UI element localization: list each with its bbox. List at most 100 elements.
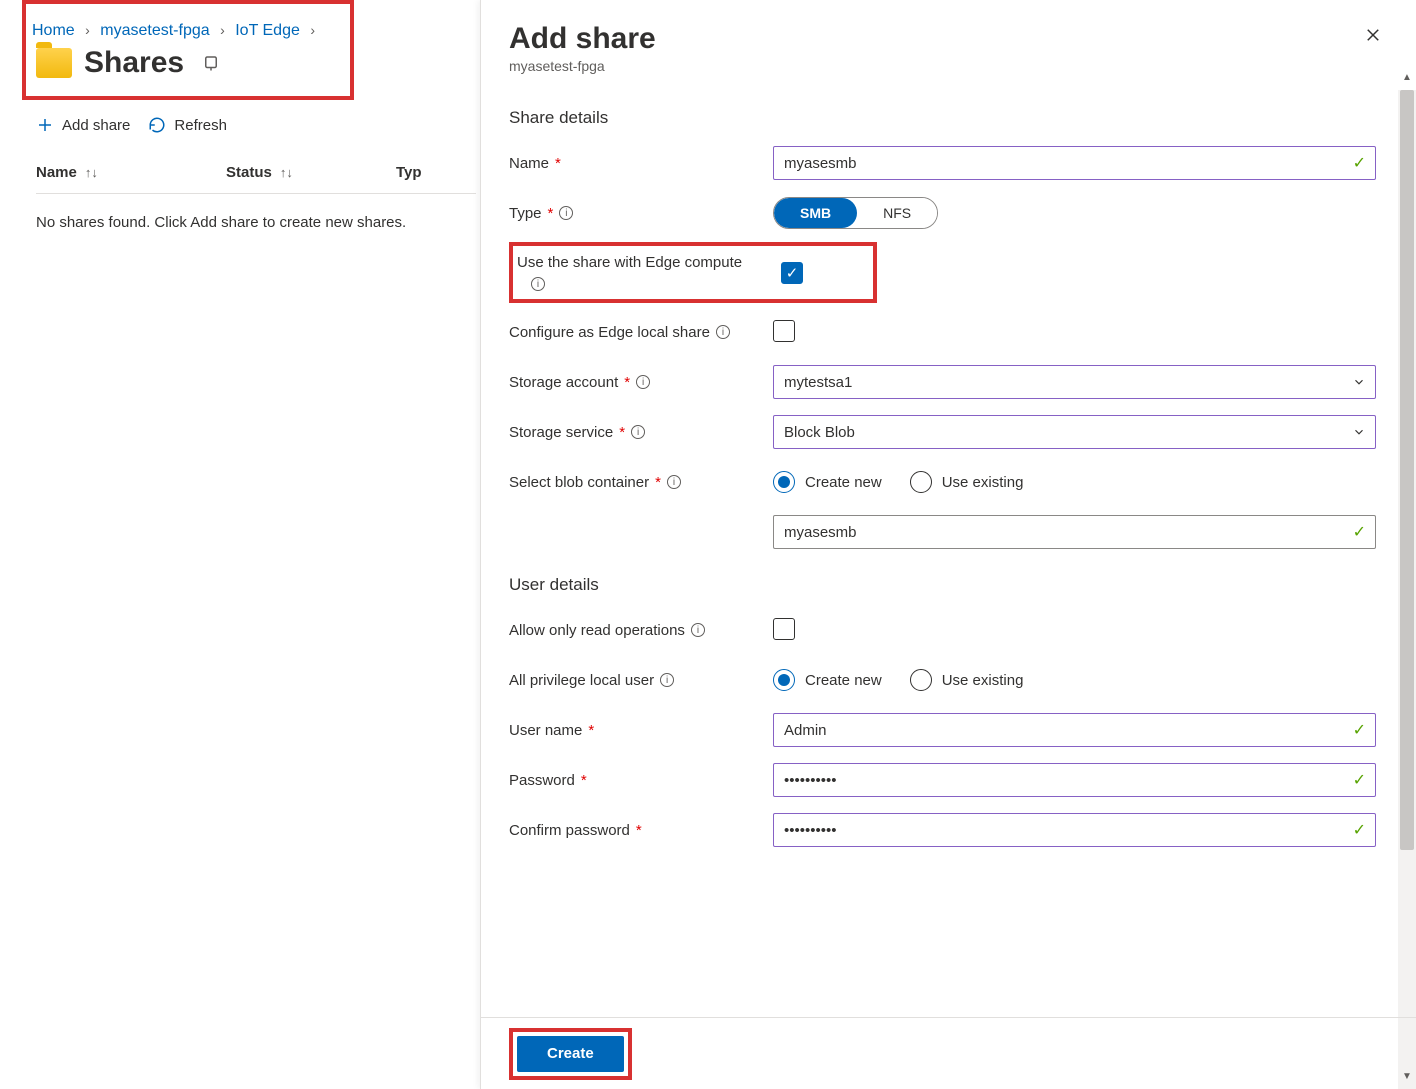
label-user-name: User name <box>509 722 582 739</box>
empty-state-message: No shares found. Click Add share to crea… <box>36 214 480 231</box>
chevron-right-icon: › <box>220 22 225 38</box>
check-icon: ✓ <box>1353 770 1366 790</box>
storage-account-value: mytestsa1 <box>773 365 1376 399</box>
label-priv-user: All privilege local user <box>509 672 654 689</box>
row-container-name: ✓ <box>509 507 1376 557</box>
password-input[interactable] <box>773 763 1376 797</box>
label-confirm-password: Confirm password <box>509 822 630 839</box>
info-icon[interactable]: i <box>531 277 545 291</box>
breadcrumb: Home › myasetest-fpga › IoT Edge › <box>32 22 340 40</box>
row-blob-container: Select blob container * i Create new Use… <box>509 457 1376 507</box>
required-icon: * <box>655 474 661 491</box>
row-edge-local: Configure as Edge local share i <box>509 307 1376 357</box>
required-icon: * <box>581 772 587 789</box>
type-option-nfs[interactable]: NFS <box>857 198 937 228</box>
user-name-input[interactable] <box>773 713 1376 747</box>
check-icon: ✓ <box>1353 153 1366 173</box>
row-name: Name * ✓ <box>509 138 1376 188</box>
name-input[interactable] <box>773 146 1376 180</box>
info-icon[interactable]: i <box>559 206 573 220</box>
storage-service-value: Block Blob <box>773 415 1376 449</box>
label-blob-container: Select blob container <box>509 474 649 491</box>
blob-container-radio-group: Create new Use existing <box>773 471 1376 493</box>
label-edge-compute: Use the share with Edge compute <box>517 254 742 271</box>
breadcrumb-section[interactable]: IoT Edge <box>235 22 300 39</box>
allow-read-checkbox[interactable] <box>773 618 795 640</box>
required-icon: * <box>624 374 630 391</box>
blob-use-existing-radio[interactable]: Use existing <box>910 471 1024 493</box>
name-input-wrap: ✓ <box>773 146 1376 180</box>
info-icon[interactable]: i <box>636 375 650 389</box>
row-allow-read: Allow only read operations i <box>509 605 1376 655</box>
create-button[interactable]: Create <box>517 1036 624 1072</box>
create-button-highlight: Create <box>509 1028 632 1080</box>
confirm-password-input[interactable] <box>773 813 1376 847</box>
row-storage-service: Storage service * i Block Blob <box>509 407 1376 457</box>
label-type: Type <box>509 205 542 222</box>
info-icon[interactable]: i <box>631 425 645 439</box>
required-icon: * <box>588 722 594 739</box>
close-icon <box>1364 26 1382 44</box>
info-icon[interactable]: i <box>660 673 674 687</box>
chevron-right-icon: › <box>85 22 90 38</box>
toolbar: Add share Refresh <box>36 116 480 134</box>
column-status[interactable]: Status ↑↓ <box>226 164 396 181</box>
main-content: Home › myasetest-fpga › IoT Edge › Share… <box>0 0 480 1089</box>
plus-icon <box>36 116 54 134</box>
chevron-down-icon <box>1352 425 1366 439</box>
breadcrumb-home[interactable]: Home <box>32 22 75 39</box>
required-icon: * <box>636 822 642 839</box>
label-storage-account: Storage account <box>509 374 618 391</box>
edge-local-checkbox[interactable] <box>773 320 795 342</box>
label-name: Name <box>509 155 549 172</box>
row-user-name: User name * ✓ <box>509 705 1376 755</box>
row-type: Type * i SMB NFS <box>509 188 1376 238</box>
label-storage-service: Storage service <box>509 424 613 441</box>
close-button[interactable] <box>1364 26 1382 44</box>
user-use-existing-radio[interactable]: Use existing <box>910 669 1024 691</box>
scrollbar-thumb[interactable] <box>1400 90 1414 850</box>
section-user-details: User details <box>509 575 1376 595</box>
check-icon: ✓ <box>1353 820 1366 840</box>
row-confirm-password: Confirm password * ✓ <box>509 805 1376 855</box>
table-header: Name ↑↓ Status ↑↓ Typ <box>36 164 476 194</box>
info-icon[interactable]: i <box>667 475 681 489</box>
refresh-label: Refresh <box>174 117 227 134</box>
breadcrumb-and-title-highlight: Home › myasetest-fpga › IoT Edge › Share… <box>22 0 354 100</box>
blob-create-new-radio[interactable]: Create new <box>773 471 882 493</box>
container-name-input[interactable] <box>773 515 1376 549</box>
breadcrumb-resource[interactable]: myasetest-fpga <box>100 22 209 39</box>
required-icon: * <box>555 155 561 172</box>
section-share-details: Share details <box>509 108 1376 128</box>
priv-user-radio-group: Create new Use existing <box>773 669 1376 691</box>
label-allow-read: Allow only read operations <box>509 622 685 639</box>
type-option-smb[interactable]: SMB <box>774 198 857 228</box>
add-share-blade: Add share myasetest-fpga ▲ ▼ Share detai… <box>480 0 1416 1089</box>
pin-icon[interactable] <box>202 54 220 72</box>
blade-subtitle: myasetest-fpga <box>509 58 1388 74</box>
label-password: Password <box>509 772 575 789</box>
check-icon: ✓ <box>1353 522 1366 542</box>
scroll-up-icon[interactable]: ▲ <box>1398 72 1416 90</box>
sort-icon: ↑↓ <box>280 165 293 180</box>
add-share-button[interactable]: Add share <box>36 116 130 134</box>
refresh-button[interactable]: Refresh <box>148 116 227 134</box>
edge-compute-checkbox[interactable]: ✓ <box>781 262 803 284</box>
check-icon: ✓ <box>1353 720 1366 740</box>
info-icon[interactable]: i <box>691 623 705 637</box>
edge-compute-highlight: Use the share with Edge compute i ✓ <box>509 242 877 303</box>
column-name[interactable]: Name ↑↓ <box>36 164 226 181</box>
type-toggle: SMB NFS <box>773 197 938 229</box>
page-title: Shares <box>84 46 184 80</box>
row-password: Password * ✓ <box>509 755 1376 805</box>
chevron-down-icon <box>1352 375 1366 389</box>
add-share-label: Add share <box>62 117 130 134</box>
column-type[interactable]: Typ <box>396 164 456 181</box>
blade-title: Add share <box>509 22 1388 56</box>
storage-account-dropdown[interactable]: mytestsa1 <box>773 365 1376 399</box>
label-edge-local: Configure as Edge local share <box>509 324 710 341</box>
row-storage-account: Storage account * i mytestsa1 <box>509 357 1376 407</box>
storage-service-dropdown[interactable]: Block Blob <box>773 415 1376 449</box>
user-create-new-radio[interactable]: Create new <box>773 669 882 691</box>
info-icon[interactable]: i <box>716 325 730 339</box>
